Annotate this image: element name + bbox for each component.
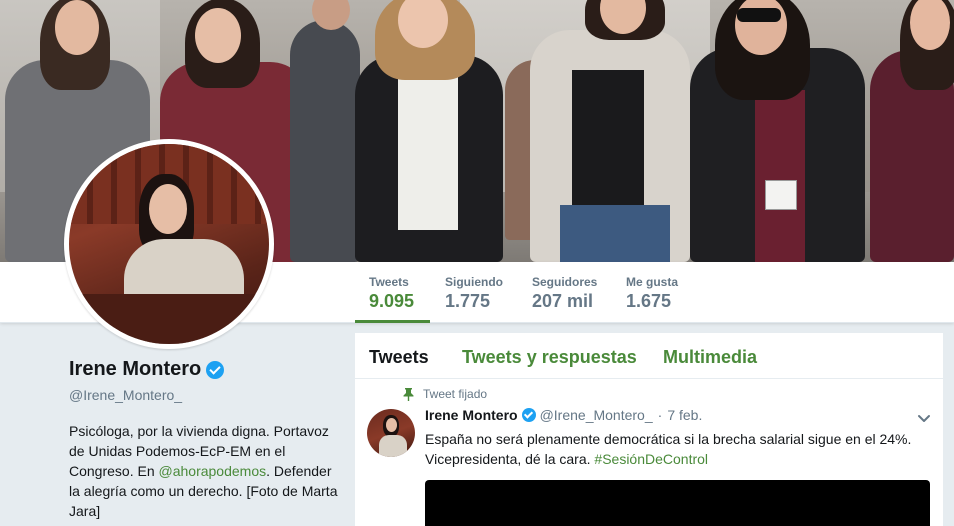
tweet-hashtag-link[interactable]: #SesiónDeControl xyxy=(594,451,708,467)
nav-followers[interactable]: Seguidores 207 mil xyxy=(532,262,612,323)
tab-media[interactable]: Multimedia xyxy=(663,347,757,368)
profile-bio-mention-link[interactable]: @ahorapodemos xyxy=(159,463,267,479)
tweet-header: Irene Montero @Irene_Montero_ · 7 feb. xyxy=(425,407,702,423)
nav-following-count: 1.775 xyxy=(445,291,491,311)
nav-tweets[interactable]: Tweets 9.095 xyxy=(355,262,430,323)
pinned-label: Tweet fijado xyxy=(423,387,488,401)
tweet-author-avatar[interactable] xyxy=(367,409,415,457)
tweet-author-handle[interactable]: @Irene_Montero_ xyxy=(540,407,653,423)
profile-name-row: Irene Montero xyxy=(69,358,339,381)
banner-person-3 xyxy=(290,20,360,262)
tweet-text: España no será plenamente democrática si… xyxy=(425,429,925,469)
tweet-separator: · xyxy=(657,407,663,423)
nav-tweets-label: Tweets xyxy=(369,275,409,289)
nav-likes[interactable]: Me gusta 1.675 xyxy=(626,262,696,323)
banner-sunglasses xyxy=(737,8,781,22)
pinned-indicator: Tweet fijado xyxy=(403,387,487,401)
profile-name[interactable]: Irene Montero xyxy=(69,358,201,381)
timeline: Tweets Tweets y respuestas Multimedia Tw… xyxy=(355,333,943,526)
verified-badge-icon xyxy=(521,408,536,422)
tweet-author-name[interactable]: Irene Montero xyxy=(425,407,518,423)
chevron-down-icon[interactable] xyxy=(917,411,931,425)
profile-info: Irene Montero @Irene_Montero_ Psicóloga,… xyxy=(69,358,339,521)
tweet-date[interactable]: 7 feb. xyxy=(667,407,702,423)
profile-avatar-photo xyxy=(69,144,269,344)
timeline-tabs: Tweets Tweets y respuestas Multimedia xyxy=(355,333,943,379)
nav-following-label: Siguiendo xyxy=(445,275,503,289)
nav-followers-label: Seguidores xyxy=(532,275,598,289)
profile-avatar[interactable] xyxy=(64,139,274,349)
tab-tweets[interactable]: Tweets xyxy=(369,347,429,368)
profile-handle[interactable]: @Irene_Montero_ xyxy=(69,387,339,403)
nav-likes-label: Me gusta xyxy=(626,275,679,289)
profile-bio: Psicóloga, por la vivienda digna. Portav… xyxy=(69,421,339,521)
pin-icon xyxy=(403,387,414,401)
nav-tweets-count: 9.095 xyxy=(369,291,415,311)
nav-likes-count: 1.675 xyxy=(626,291,672,311)
verified-badge-icon xyxy=(206,360,225,379)
nav-followers-count: 207 mil xyxy=(532,291,594,311)
nav-following[interactable]: Siguiendo 1.775 xyxy=(445,262,520,323)
tweet-media[interactable] xyxy=(425,480,930,526)
tab-tweets-and-replies[interactable]: Tweets y respuestas xyxy=(462,347,637,368)
